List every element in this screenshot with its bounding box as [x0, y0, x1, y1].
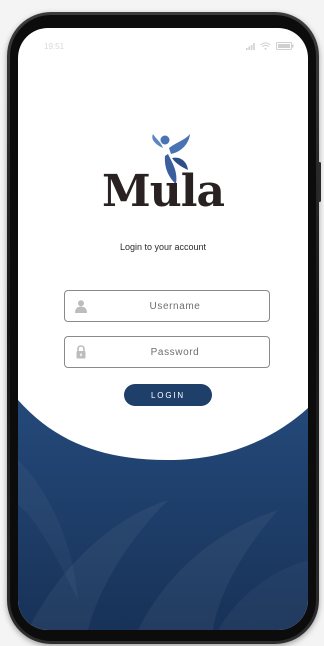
status-icons: [246, 41, 294, 51]
password-input[interactable]: [95, 337, 255, 367]
username-input[interactable]: [95, 291, 255, 321]
login-button[interactable]: LOGIN: [124, 384, 212, 406]
signal-icon: [246, 43, 255, 50]
brand-name: Mula: [102, 166, 225, 217]
password-field[interactable]: [64, 336, 270, 368]
status-time: 19:51: [44, 42, 65, 51]
battery-icon: [276, 42, 294, 50]
background-wave: [18, 400, 308, 630]
status-bar: 19:51: [18, 28, 308, 66]
login-subtitle: Login to your account: [119, 242, 207, 252]
user-icon: [75, 300, 87, 313]
side-button: [318, 162, 321, 202]
phone-frame: 19:51 Mula Login to your account Usernam…: [7, 12, 321, 644]
username-field[interactable]: [64, 290, 270, 322]
app-screen: 19:51 Mula Login to your account Usernam…: [18, 28, 308, 630]
lock-icon: [76, 345, 86, 359]
wifi-icon: [260, 42, 271, 50]
mula-logo: Mula: [18, 128, 308, 218]
